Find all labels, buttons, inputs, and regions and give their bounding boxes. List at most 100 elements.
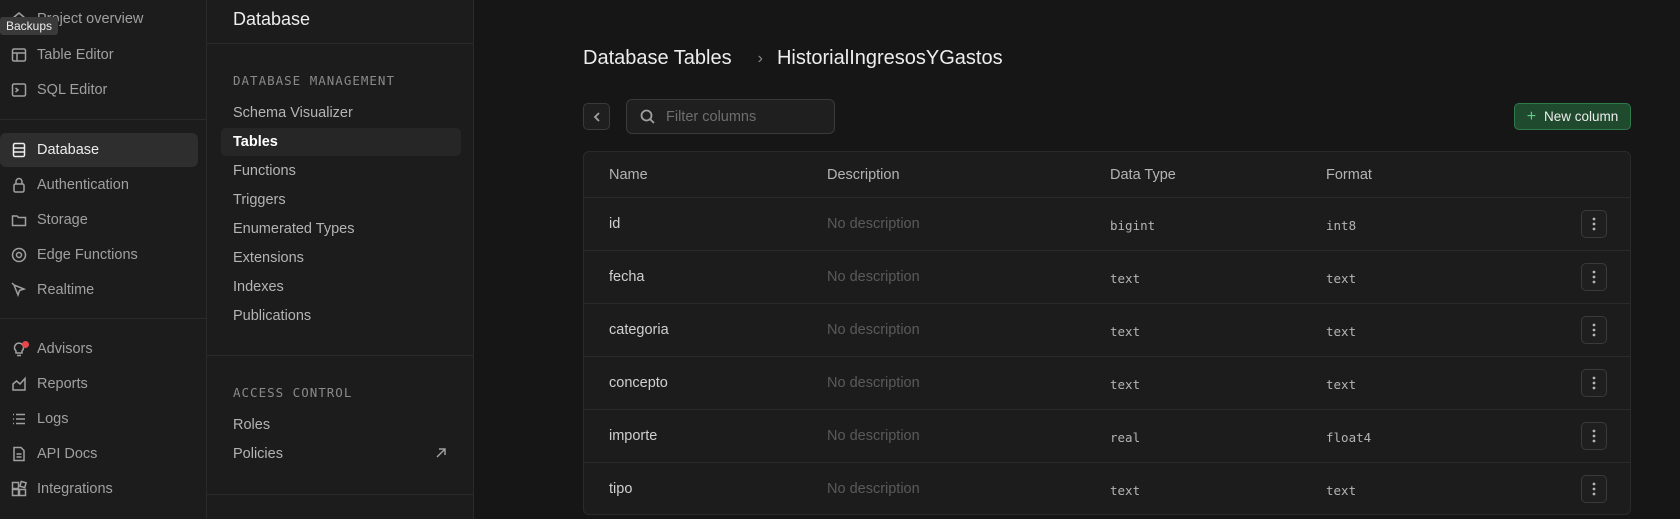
column-format: int8 [1326, 218, 1357, 233]
header-name: Name [609, 167, 648, 183]
breadcrumb-table-name: HistorialIngresosYGastos [776, 47, 1003, 69]
header-description: Description [827, 167, 900, 183]
menu-item-schema-visualizer[interactable]: Schema Visualizer [221, 99, 461, 127]
menu-divider [207, 43, 473, 44]
menu-item-enumerated-types[interactable]: Enumerated Types [221, 215, 461, 243]
more-vertical-icon [1592, 323, 1596, 337]
row-actions-button[interactable] [1581, 316, 1607, 344]
nav-item-label: SQL Editor [37, 82, 108, 98]
menu-item-indexes[interactable]: Indexes [221, 273, 461, 301]
column-data-type: text [1110, 377, 1141, 392]
backups-tooltip: Backups [0, 17, 59, 35]
menu-item-policies[interactable]: Policies [221, 440, 461, 468]
filter-columns-search [626, 99, 835, 134]
nav-item-label: Authentication [37, 177, 129, 193]
row-actions-button[interactable] [1581, 369, 1607, 397]
alert-dot [22, 341, 29, 348]
column-data-type: bigint [1110, 218, 1156, 233]
column-name: categoria [609, 322, 669, 338]
nav-item-authentication[interactable]: Authentication [0, 168, 198, 202]
column-format: text [1326, 483, 1357, 498]
row-actions-button[interactable] [1581, 210, 1607, 238]
table-row: tipo No description text text [584, 463, 1630, 514]
column-name: importe [609, 428, 658, 444]
left-nav: Project overview Backups Table Editor SQ… [0, 0, 207, 519]
row-actions-button[interactable] [1581, 422, 1607, 450]
lock-icon [10, 176, 28, 194]
nav-item-label: Advisors [37, 341, 93, 357]
table-header: Name Description Data Type Format [584, 152, 1630, 198]
menu-title: Database [233, 9, 311, 29]
table-row: fecha No description text text [584, 251, 1630, 304]
plus-icon: + [1526, 107, 1537, 125]
more-vertical-icon [1592, 217, 1596, 231]
search-icon [640, 109, 655, 124]
nav-item-label: Realtime [37, 282, 95, 298]
menu-divider [207, 494, 473, 495]
more-vertical-icon [1592, 270, 1596, 284]
header-data-type: Data Type [1110, 167, 1176, 183]
menu-item-extensions[interactable]: Extensions [221, 244, 461, 272]
chevron-left-icon [593, 111, 600, 122]
nav-item-sql-editor[interactable]: SQL Editor [0, 73, 198, 107]
column-data-type: text [1110, 483, 1141, 498]
breadcrumb-database-tables[interactable]: Database Tables [583, 47, 732, 70]
header-format: Format [1326, 167, 1372, 183]
more-vertical-icon [1592, 429, 1596, 443]
nav-item-reports[interactable]: Reports [0, 367, 198, 401]
columns-table: Name Description Data Type Format id No … [583, 151, 1631, 515]
breadcrumb: Database Tables › HistorialIngresosYGast… [583, 47, 1003, 70]
column-description: No description [827, 216, 920, 232]
nav-item-edge-functions[interactable]: Edge Functions [0, 238, 198, 272]
column-format: text [1326, 271, 1357, 286]
chevron-right-icon: › [757, 49, 763, 67]
nav-item-label: Table Editor [37, 47, 114, 63]
column-description: No description [827, 322, 920, 338]
nav-item-advisors[interactable]: Advisors [0, 332, 198, 366]
terminal-icon [10, 81, 28, 99]
table-row: importe No description real float4 [584, 410, 1630, 463]
row-actions-button[interactable] [1581, 263, 1607, 291]
nav-item-logs[interactable]: Logs [0, 402, 198, 436]
nav-item-label: Storage [37, 212, 88, 228]
column-data-type: real [1110, 430, 1141, 445]
database-icon [10, 141, 28, 159]
nav-item-table-editor[interactable]: Table Editor [0, 38, 198, 72]
nav-item-storage[interactable]: Storage [0, 203, 198, 237]
filter-columns-input[interactable] [666, 108, 816, 125]
table-row: concepto No description text text [584, 357, 1630, 410]
menu-item-roles[interactable]: Roles [221, 411, 461, 439]
column-format: float4 [1326, 430, 1372, 445]
more-vertical-icon [1592, 482, 1596, 496]
menu-item-label: Policies [233, 446, 283, 462]
column-description: No description [827, 428, 920, 444]
section-heading-access-control: ACCESS CONTROL [233, 385, 353, 400]
nav-item-api-docs[interactable]: API Docs [0, 437, 198, 471]
nav-divider [0, 119, 206, 120]
column-description: No description [827, 269, 920, 285]
column-format: text [1326, 377, 1357, 392]
nav-item-database[interactable]: Database [0, 133, 198, 167]
more-vertical-icon [1592, 376, 1596, 390]
column-description: No description [827, 375, 920, 391]
row-actions-button[interactable] [1581, 475, 1607, 503]
back-button[interactable] [583, 103, 610, 130]
chart-icon [10, 375, 28, 393]
list-icon [10, 410, 28, 428]
new-column-button[interactable]: + New column [1514, 103, 1631, 130]
menu-item-functions[interactable]: Functions [221, 157, 461, 185]
menu-item-publications[interactable]: Publications [221, 302, 461, 330]
nav-item-label: Integrations [37, 481, 113, 497]
menu-item-triggers[interactable]: Triggers [221, 186, 461, 214]
nav-item-label: Database [37, 142, 100, 158]
grid-icon [10, 480, 28, 498]
nav-item-integrations[interactable]: Integrations [0, 472, 198, 506]
nav-item-realtime[interactable]: Realtime [0, 273, 198, 307]
globe-icon [10, 246, 28, 264]
menu-item-tables[interactable]: Tables [221, 128, 461, 156]
section-heading-database-management: DATABASE MANAGEMENT [233, 73, 395, 88]
menu-divider [207, 355, 473, 356]
column-data-type: text [1110, 271, 1141, 286]
cursor-icon [10, 281, 28, 299]
nav-divider [0, 318, 206, 319]
